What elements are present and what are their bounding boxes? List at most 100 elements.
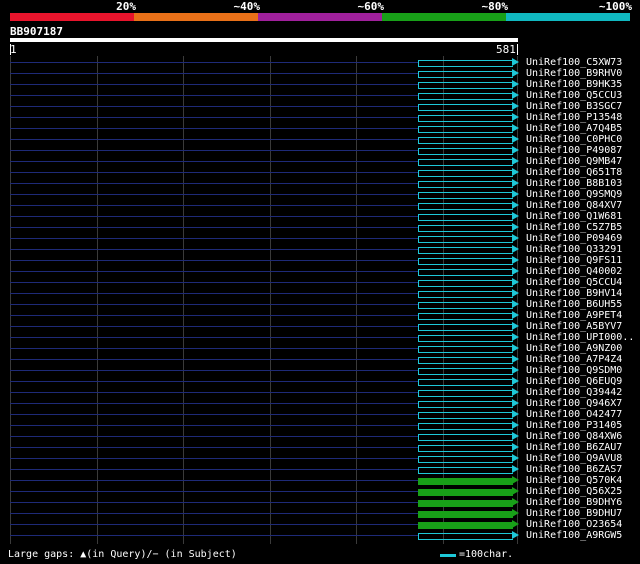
- hit-label[interactable]: UniRef100_C0PHC0: [526, 134, 622, 145]
- hit-label[interactable]: UniRef100_Q9AVU8: [526, 453, 622, 464]
- hit-gap-line: [10, 73, 418, 74]
- hit-label[interactable]: UniRef100_B9DHY6: [526, 497, 622, 508]
- hit-label[interactable]: UniRef100_P13548: [526, 112, 622, 123]
- hit-row[interactable]: UniRef100_A7P4Z4: [0, 354, 640, 365]
- hit-gap-line: [10, 414, 418, 415]
- hit-direction-arrow-icon: [512, 102, 519, 110]
- hit-label[interactable]: UniRef100_Q56X25: [526, 486, 622, 497]
- hit-row[interactable]: UniRef100_C5Z7B5: [0, 222, 640, 233]
- hit-row[interactable]: UniRef100_Q9MB47: [0, 156, 640, 167]
- hit-label[interactable]: UniRef100_P31405: [526, 420, 622, 431]
- hit-row[interactable]: UniRef100_B9HV14: [0, 288, 640, 299]
- hit-row[interactable]: UniRef100_A9NZ00: [0, 343, 640, 354]
- hit-label[interactable]: UniRef100_A7Q4B5: [526, 123, 622, 134]
- hit-row[interactable]: UniRef100_P31405: [0, 420, 640, 431]
- hit-row[interactable]: UniRef100_A9RGW5: [0, 530, 640, 541]
- hit-label[interactable]: UniRef100_B9HV14: [526, 288, 622, 299]
- hit-label[interactable]: UniRef100_Q9MB47: [526, 156, 622, 167]
- hit-label[interactable]: UniRef100_UPI000..: [526, 332, 634, 343]
- hit-row[interactable]: UniRef100_Q9SMQ9: [0, 189, 640, 200]
- hit-label[interactable]: UniRef100_B3SGC7: [526, 101, 622, 112]
- hit-label[interactable]: UniRef100_Q5CCU4: [526, 277, 622, 288]
- hit-row[interactable]: UniRef100_B9HK35: [0, 79, 640, 90]
- hit-label[interactable]: UniRef100_B9DHU7: [526, 508, 622, 519]
- hit-label[interactable]: UniRef100_Q40002: [526, 266, 622, 277]
- hit-label[interactable]: UniRef100_Q1W681: [526, 211, 622, 222]
- hit-label[interactable]: UniRef100_A9NZ00: [526, 343, 622, 354]
- hit-row[interactable]: UniRef100_B3SGC7: [0, 101, 640, 112]
- hit-row[interactable]: UniRef100_B9DHY6: [0, 497, 640, 508]
- hit-row[interactable]: UniRef100_Q946X7: [0, 398, 640, 409]
- hit-row[interactable]: UniRef100_Q1W681: [0, 211, 640, 222]
- hit-row[interactable]: UniRef100_P49087: [0, 145, 640, 156]
- hit-label[interactable]: UniRef100_B6UH55: [526, 299, 622, 310]
- hit-row[interactable]: UniRef100_Q5CCU3: [0, 90, 640, 101]
- hit-label[interactable]: UniRef100_A7P4Z4: [526, 354, 622, 365]
- hit-row[interactable]: UniRef100_Q84XV7: [0, 200, 640, 211]
- hit-row[interactable]: UniRef100_C5XW73: [0, 57, 640, 68]
- hit-row[interactable]: UniRef100_Q9SDM0: [0, 365, 640, 376]
- hit-label[interactable]: UniRef100_Q84XV7: [526, 200, 622, 211]
- hit-label[interactable]: UniRef100_O23654: [526, 519, 622, 530]
- hit-label[interactable]: UniRef100_C5Z7B5: [526, 222, 622, 233]
- hit-row[interactable]: UniRef100_B9RHV0: [0, 68, 640, 79]
- hit-row[interactable]: UniRef100_Q5CCU4: [0, 277, 640, 288]
- hit-label[interactable]: UniRef100_B6ZAU7: [526, 442, 622, 453]
- hit-label[interactable]: UniRef100_Q5CCU3: [526, 90, 622, 101]
- hit-row[interactable]: UniRef100_Q570K4: [0, 475, 640, 486]
- hit-row[interactable]: UniRef100_O42477: [0, 409, 640, 420]
- hit-row[interactable]: UniRef100_P09469: [0, 233, 640, 244]
- hit-row[interactable]: UniRef100_UPI000..: [0, 332, 640, 343]
- hit-row[interactable]: UniRef100_Q9AVU8: [0, 453, 640, 464]
- hit-direction-arrow-icon: [512, 421, 519, 429]
- hit-label[interactable]: UniRef100_Q946X7: [526, 398, 622, 409]
- hit-row[interactable]: UniRef100_Q33291: [0, 244, 640, 255]
- hit-row[interactable]: UniRef100_B6UH55: [0, 299, 640, 310]
- hit-label[interactable]: UniRef100_Q39442: [526, 387, 622, 398]
- hit-direction-arrow-icon: [512, 454, 519, 462]
- hit-row[interactable]: UniRef100_A5BYV7: [0, 321, 640, 332]
- hit-direction-arrow-icon: [512, 91, 519, 99]
- hit-label[interactable]: UniRef100_Q33291: [526, 244, 622, 255]
- hit-row[interactable]: UniRef100_Q9FS11: [0, 255, 640, 266]
- hit-label[interactable]: UniRef100_Q570K4: [526, 475, 622, 486]
- hit-row[interactable]: UniRef100_B8B103: [0, 178, 640, 189]
- hit-label[interactable]: UniRef100_C5XW73: [526, 57, 622, 68]
- hit-label[interactable]: UniRef100_Q651T8: [526, 167, 622, 178]
- hit-row[interactable]: UniRef100_Q56X25: [0, 486, 640, 497]
- hit-row[interactable]: UniRef100_Q651T8: [0, 167, 640, 178]
- hit-label[interactable]: UniRef100_B9RHV0: [526, 68, 622, 79]
- hit-label[interactable]: UniRef100_B6ZAS7: [526, 464, 622, 475]
- hit-gap-line: [10, 293, 418, 294]
- hit-gap-line: [10, 205, 418, 206]
- hit-label[interactable]: UniRef100_B8B103: [526, 178, 622, 189]
- hit-row[interactable]: UniRef100_A7Q4B5: [0, 123, 640, 134]
- hit-label[interactable]: UniRef100_Q84XW6: [526, 431, 622, 442]
- hit-label[interactable]: UniRef100_Q9SDM0: [526, 365, 622, 376]
- hit-row[interactable]: UniRef100_B6ZAS7: [0, 464, 640, 475]
- hit-label[interactable]: UniRef100_Q9SMQ9: [526, 189, 622, 200]
- query-id: BB907187: [10, 25, 63, 38]
- hit-label[interactable]: UniRef100_P49087: [526, 145, 622, 156]
- hit-row[interactable]: UniRef100_B9DHU7: [0, 508, 640, 519]
- hit-label[interactable]: UniRef100_Q6EUQ9: [526, 376, 622, 387]
- hit-label[interactable]: UniRef100_A5BYV7: [526, 321, 622, 332]
- hit-label[interactable]: UniRef100_P09469: [526, 233, 622, 244]
- hit-row[interactable]: UniRef100_P13548: [0, 112, 640, 123]
- hit-row[interactable]: UniRef100_O23654: [0, 519, 640, 530]
- hit-row[interactable]: UniRef100_Q84XW6: [0, 431, 640, 442]
- hit-row[interactable]: UniRef100_A9PET4: [0, 310, 640, 321]
- hit-row[interactable]: UniRef100_Q40002: [0, 266, 640, 277]
- hit-alignment-bar: [418, 170, 513, 177]
- hit-row[interactable]: UniRef100_B6ZAU7: [0, 442, 640, 453]
- hit-alignment-bar: [418, 456, 513, 463]
- hit-label[interactable]: UniRef100_B9HK35: [526, 79, 622, 90]
- hit-label[interactable]: UniRef100_O42477: [526, 409, 622, 420]
- hit-row[interactable]: UniRef100_Q39442: [0, 387, 640, 398]
- hit-alignment-bar: [418, 324, 513, 331]
- hit-label[interactable]: UniRef100_Q9FS11: [526, 255, 622, 266]
- hit-label[interactable]: UniRef100_A9PET4: [526, 310, 622, 321]
- hit-row[interactable]: UniRef100_C0PHC0: [0, 134, 640, 145]
- hit-row[interactable]: UniRef100_Q6EUQ9: [0, 376, 640, 387]
- hit-label[interactable]: UniRef100_A9RGW5: [526, 530, 622, 541]
